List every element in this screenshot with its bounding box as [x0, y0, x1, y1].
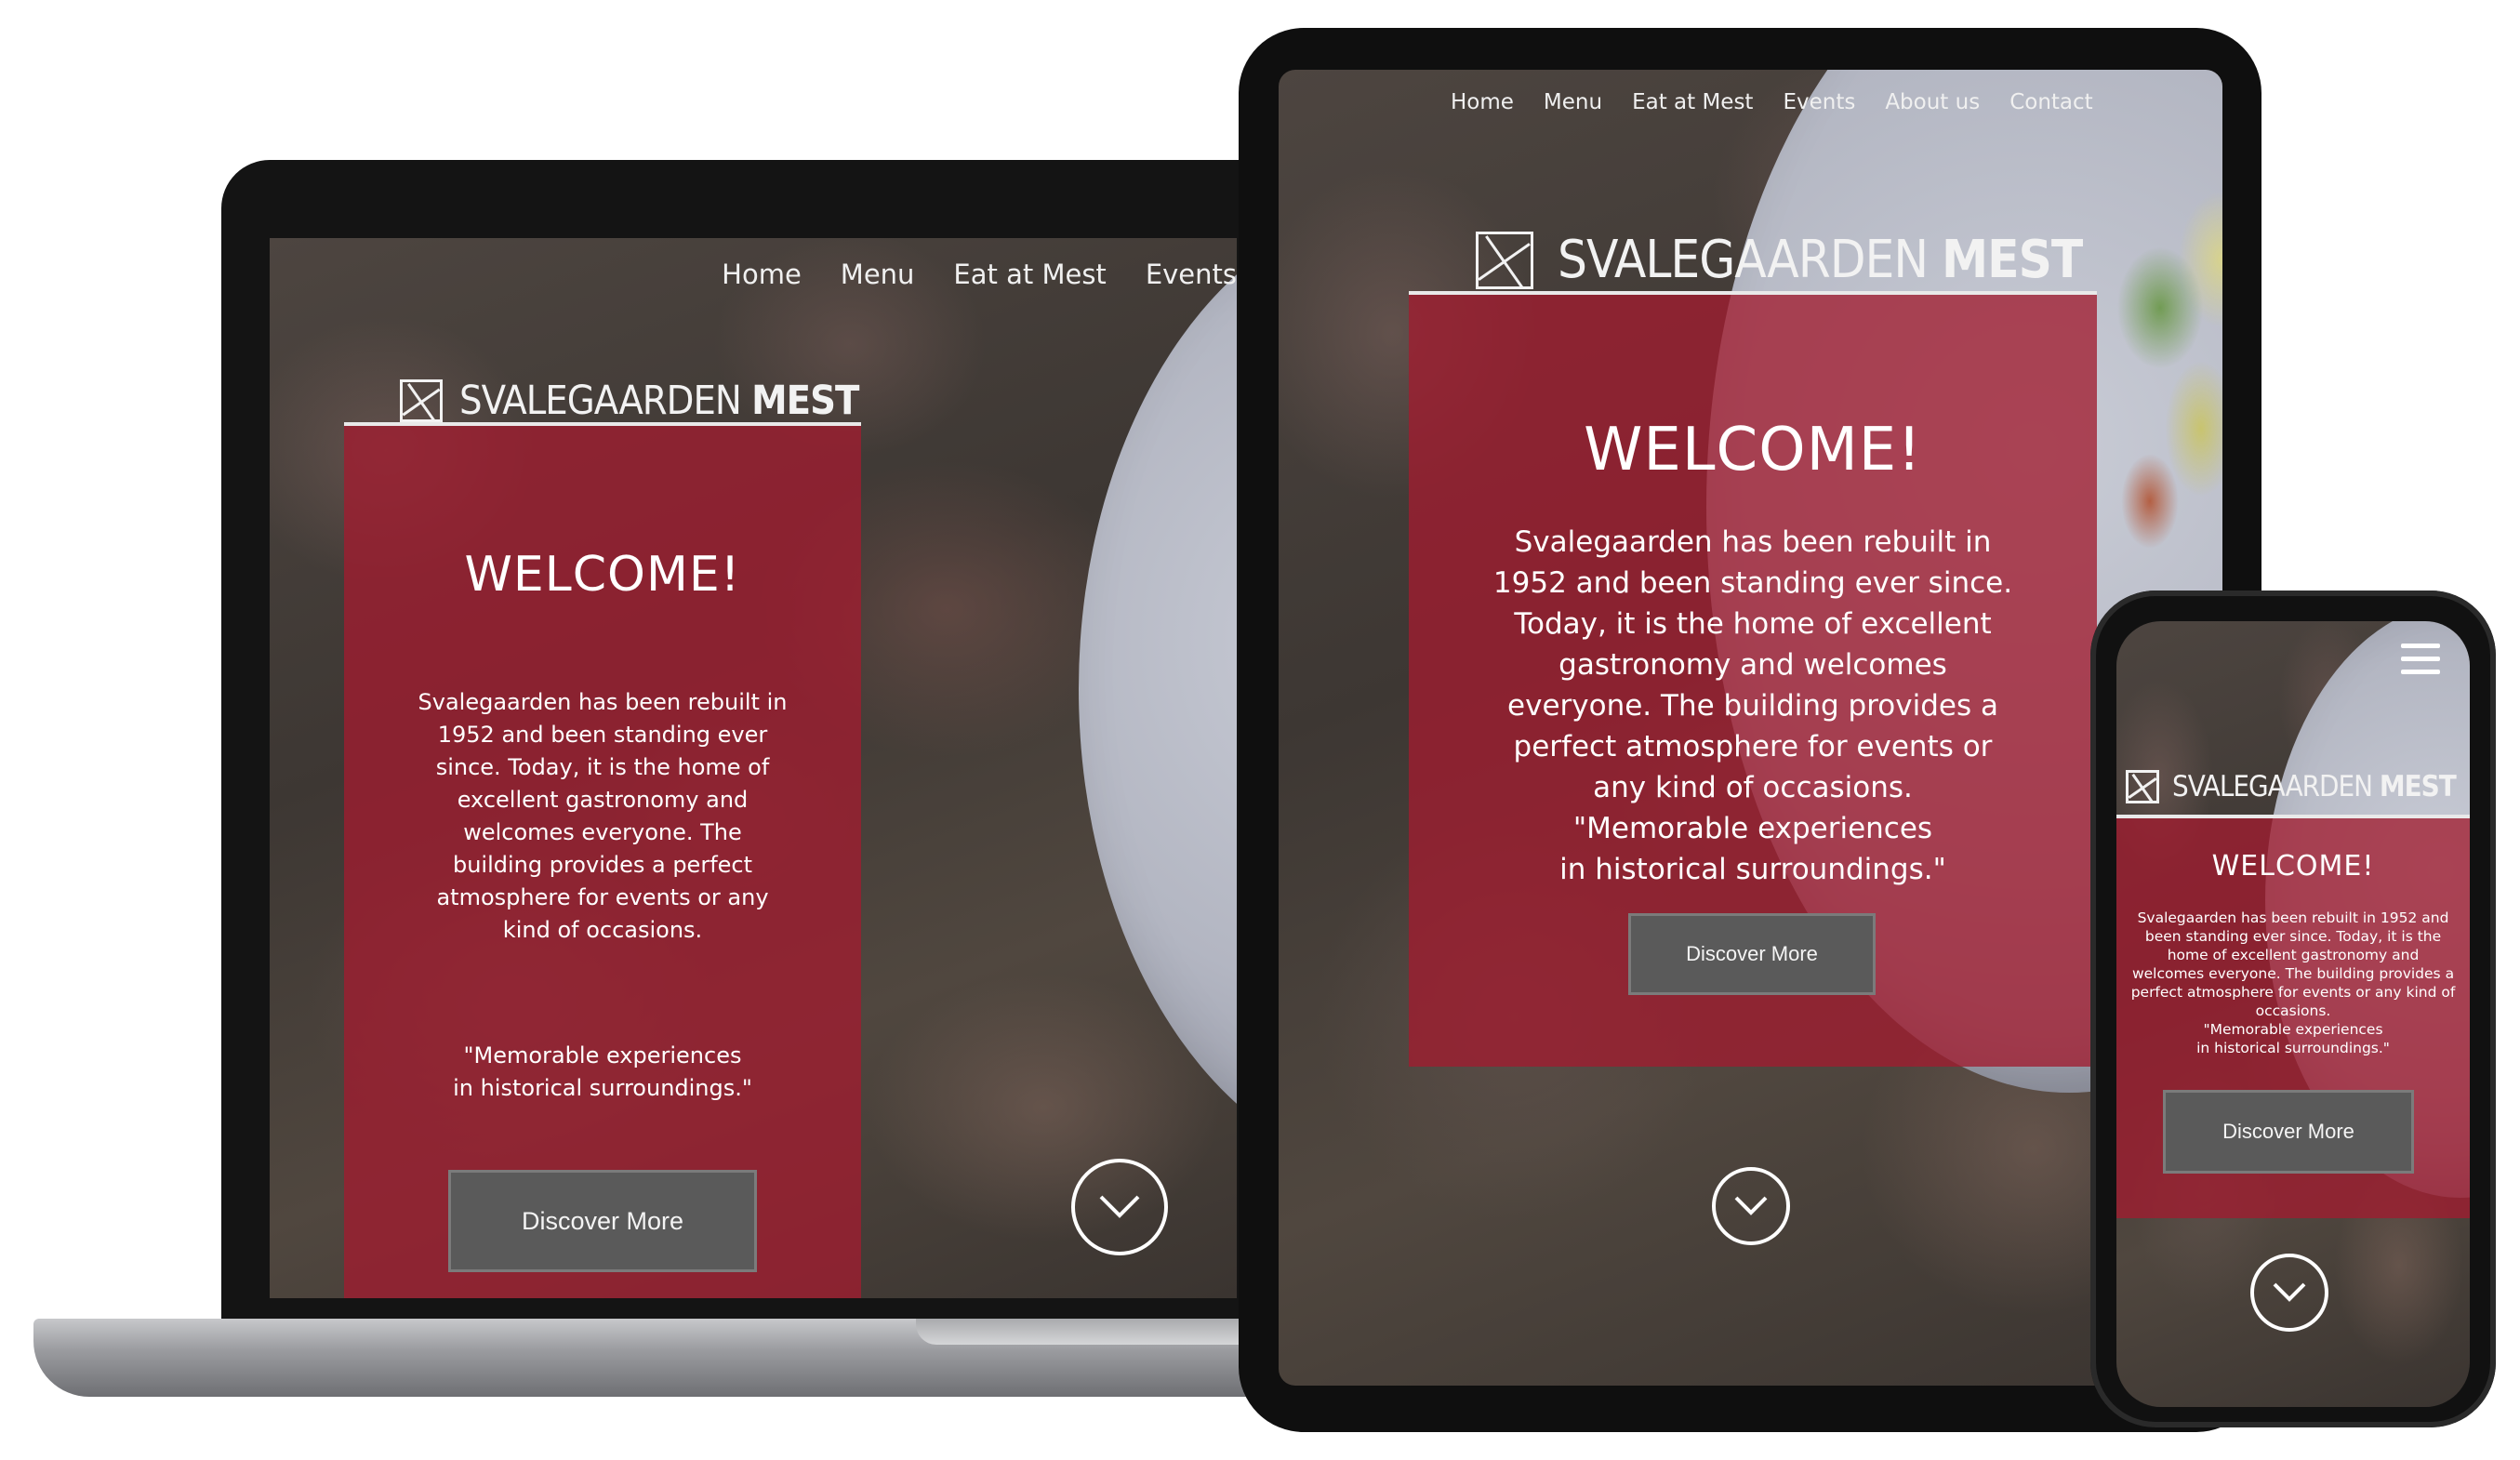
laptop-nav: Home Menu Eat at Mest Events	[722, 259, 1237, 290]
welcome-body: Svalegaarden has been rebuilt in 1952 an…	[1492, 525, 2013, 804]
logo-name-bold: MEST	[1942, 230, 2083, 290]
nav-eat-at-mest[interactable]: Eat at Mest	[953, 259, 1106, 290]
welcome-title: WELCOME!	[2211, 850, 2375, 883]
nav-contact[interactable]: Contact	[2009, 90, 2092, 114]
tablet-nav: Home Menu Eat at Mest Events About us Co…	[1451, 90, 2093, 114]
logo-mark-icon	[1476, 231, 1533, 289]
logo-mark-icon	[2126, 770, 2159, 803]
scroll-down-icon[interactable]	[1071, 1159, 1168, 1255]
discover-more-button[interactable]: Discover More	[448, 1170, 757, 1272]
welcome-panel: WELCOME! Svalegaarden has been rebuilt i…	[344, 422, 861, 1298]
welcome-quote-line1: "Memorable experiences	[2203, 1021, 2383, 1038]
nav-menu[interactable]: Menu	[1544, 90, 1602, 114]
welcome-quote-line2: in historical surroundings."	[453, 1075, 752, 1101]
logo-name: SVALEGAARDEN	[459, 378, 742, 424]
scroll-down-icon[interactable]	[1712, 1167, 1790, 1245]
welcome-quote-line1: "Memorable experiences	[463, 1042, 742, 1068]
logo-name-bold: MEST	[2379, 770, 2457, 803]
discover-more-button[interactable]: Discover More	[2163, 1090, 2414, 1174]
welcome-title: WELCOME!	[1584, 416, 1922, 484]
discover-more-button[interactable]: Discover More	[1628, 913, 1876, 995]
hamburger-menu-icon[interactable]	[2401, 644, 2440, 683]
nav-events[interactable]: Events	[1146, 259, 1237, 290]
tablet-screen: Home Menu Eat at Mest Events About us Co…	[1279, 70, 2222, 1386]
logo-mark-icon	[400, 379, 443, 422]
welcome-quote-line1: "Memorable experiences	[1572, 812, 1933, 845]
nav-eat-at-mest[interactable]: Eat at Mest	[1632, 90, 1753, 114]
logo[interactable]: SVALEGAARDEN MEST	[2126, 770, 2457, 803]
welcome-title: WELCOME!	[464, 547, 741, 603]
logo-name: SVALEGAARDEN	[1558, 230, 1929, 290]
welcome-panel: WELCOME! Svalegaarden has been rebuilt i…	[1409, 291, 2097, 1067]
scroll-down-icon[interactable]	[2250, 1254, 2328, 1332]
logo-name-bold: MEST	[751, 378, 859, 424]
welcome-quote-line2: in historical surroundings."	[1559, 853, 1946, 886]
logo-name: SVALEGAARDEN	[2172, 770, 2373, 803]
nav-home[interactable]: Home	[1451, 90, 1514, 114]
nav-about-us[interactable]: About us	[1885, 90, 1980, 114]
logo[interactable]: SVALEGAARDEN MEST	[400, 378, 859, 424]
logo[interactable]: SVALEGAARDEN MEST	[1476, 230, 2083, 290]
phone-screen: SVALEGAARDEN MEST WELCOME! Svalegaarden …	[2116, 621, 2470, 1407]
welcome-panel: WELCOME! Svalegaarden has been rebuilt i…	[2116, 815, 2470, 1218]
welcome-body: Svalegaarden has been rebuilt in 1952 an…	[2130, 909, 2456, 1019]
welcome-body: Svalegaarden has been rebuilt in 1952 an…	[418, 689, 788, 943]
laptop-notch	[916, 1319, 1269, 1345]
nav-menu[interactable]: Menu	[841, 259, 915, 290]
nav-home[interactable]: Home	[722, 259, 802, 290]
laptop-screen: Home Menu Eat at Mest Events SVALEGAARDE…	[270, 238, 1237, 1298]
nav-events[interactable]: Events	[1783, 90, 1855, 114]
welcome-quote-line2: in historical surroundings."	[2196, 1040, 2390, 1056]
